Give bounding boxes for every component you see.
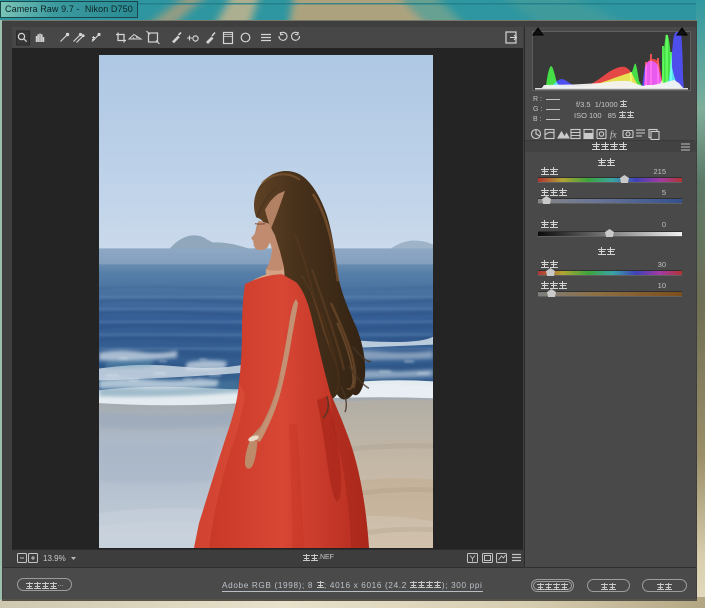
svg-text:13.9%: 13.9%	[43, 554, 66, 563]
svg-text:fx: fx	[610, 130, 617, 140]
